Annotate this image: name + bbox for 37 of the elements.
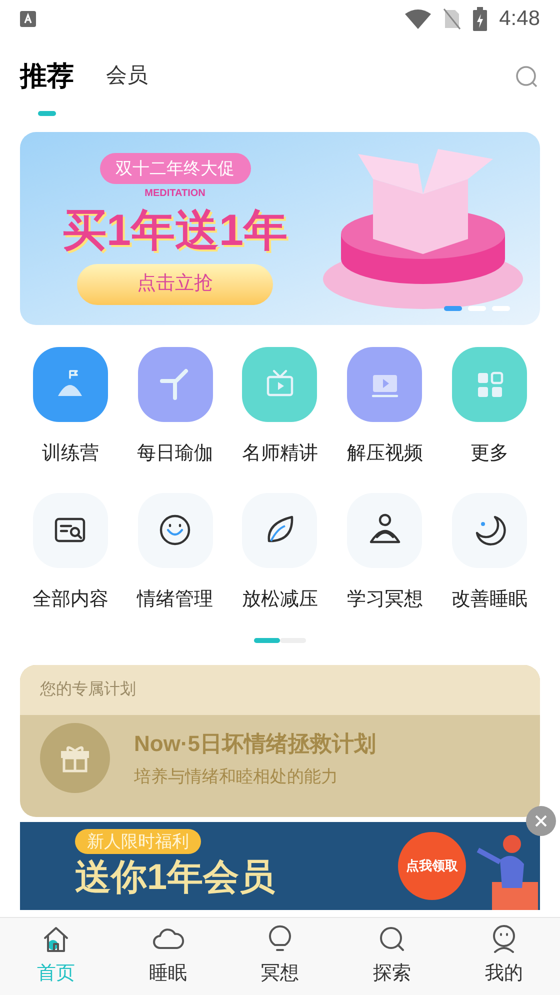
category-item[interactable]: 更多: [437, 347, 542, 468]
nav-tab[interactable]: 探索: [336, 918, 448, 995]
nav-tab[interactable]: 冥想: [224, 918, 336, 995]
category-item[interactable]: 学习冥想: [332, 492, 438, 614]
no-sim-icon: [443, 8, 462, 30]
smile-icon: [158, 513, 192, 547]
battery-charging-icon: [473, 7, 488, 31]
popup-ad[interactable]: 新人限时福利 送你1年会员: [20, 822, 398, 910]
promo-subtitle: MEDITATION: [144, 187, 206, 201]
home-icon: [41, 924, 71, 954]
promo-tag: 双十二年终大促: [100, 152, 250, 184]
wifi-icon: [405, 9, 432, 29]
ad-headline: 送你1年会员: [75, 855, 276, 900]
category-item[interactable]: 放松减压: [228, 492, 332, 614]
plan-name: Now·5日坏情绪拯救计划: [134, 730, 376, 758]
plan-card-title: 您的专属计划: [40, 680, 136, 700]
category-item[interactable]: 改善睡眠: [437, 492, 542, 614]
category-item[interactable]: 训练营: [18, 347, 123, 468]
nav-tab[interactable]: 我的: [448, 918, 560, 995]
tab-indicator: [38, 110, 56, 116]
plan-description: 培养与情绪和睦相处的能力: [134, 766, 339, 788]
status-time: 4:48: [499, 6, 540, 32]
category-item[interactable]: 情绪管理: [122, 492, 228, 614]
category-item[interactable]: 每日瑜伽: [122, 347, 228, 468]
top-tab[interactable]: 会员: [106, 56, 148, 92]
promo-headline: 买1年送1年: [62, 205, 288, 257]
nav-tab[interactable]: 睡眠: [112, 918, 224, 995]
search-icon[interactable]: [514, 64, 540, 90]
category-item[interactable]: 解压视频: [332, 347, 438, 468]
keyboard-notification-icon: [20, 11, 36, 27]
top-tab[interactable]: 推荐: [20, 56, 74, 116]
ad-tag: 新人限时福利: [75, 828, 201, 854]
close-icon: [534, 814, 548, 828]
category-item[interactable]: 全部内容: [18, 492, 123, 614]
category-item[interactable]: 名师精讲: [228, 347, 332, 468]
card-search-icon: [54, 516, 86, 544]
close-button[interactable]: [526, 806, 556, 836]
